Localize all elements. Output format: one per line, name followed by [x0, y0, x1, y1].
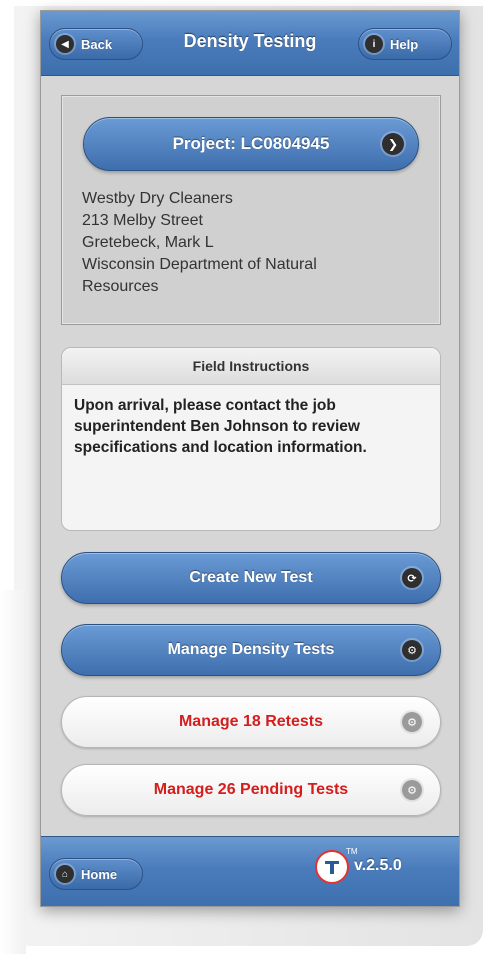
home-icon: ⌂: [56, 865, 74, 883]
info-icon: i: [365, 35, 383, 53]
help-button[interactable]: i Help: [358, 28, 452, 60]
project-label: Project: LC0804945: [172, 134, 330, 153]
project-contact: Gretebeck, Mark L: [82, 234, 214, 251]
backdrop-fade: [0, 590, 26, 954]
help-label: Help: [390, 36, 419, 52]
refresh-icon: ⟳: [402, 568, 422, 588]
manage-density-tests-button[interactable]: Manage Density Tests ⚙: [61, 624, 441, 676]
create-new-test-button[interactable]: Create New Test ⟳: [61, 552, 441, 604]
field-instructions-panel: Field Instructions Upon arrival, please …: [61, 347, 441, 531]
logo-mark-icon: [325, 861, 339, 874]
project-details: Westby Dry Cleaners 213 Melby Street Gre…: [82, 188, 432, 298]
chevron-right-icon: ❯: [382, 133, 404, 155]
field-instructions-title: Field Instructions: [62, 348, 440, 385]
project-button[interactable]: Project: LC0804945 ❯: [83, 117, 419, 171]
header-bar: ◀ Back Density Testing i Help: [41, 11, 459, 76]
manage-retests-button[interactable]: Manage 18 Retests ⚙: [61, 696, 441, 748]
gear-icon: ⚙: [402, 640, 422, 660]
project-address: 213 Melby Street: [82, 212, 203, 229]
project-client: Wisconsin Department of Natural: [82, 256, 317, 273]
brand-logo-icon: [315, 850, 349, 884]
footer-bar: ⌂ Home TM v.2.5.0: [41, 836, 459, 906]
manage-retests-label: Manage 18 Retests: [178, 713, 324, 730]
app-frame: ◀ Back Density Testing i Help Project: L…: [40, 10, 460, 907]
gear-icon: ⚙: [402, 780, 422, 800]
field-instructions-text: Upon arrival, please contact the job sup…: [74, 397, 367, 456]
manage-density-tests-label: Manage Density Tests: [167, 641, 335, 658]
gear-icon: ⚙: [402, 712, 422, 732]
project-client-cont: Resources: [82, 278, 159, 295]
trademark-mark: TM: [346, 847, 358, 856]
manage-pending-tests-label: Manage 26 Pending Tests: [153, 781, 349, 798]
version-label: v.2.5.0: [354, 857, 402, 874]
project-name: Westby Dry Cleaners: [82, 190, 233, 207]
project-panel: Project: LC0804945 ❯ Westby Dry Cleaners…: [61, 95, 441, 325]
manage-pending-tests-button[interactable]: Manage 26 Pending Tests ⚙: [61, 764, 441, 816]
create-new-test-label: Create New Test: [189, 569, 313, 586]
home-label: Home: [81, 866, 118, 882]
home-button[interactable]: ⌂ Home: [49, 858, 143, 890]
